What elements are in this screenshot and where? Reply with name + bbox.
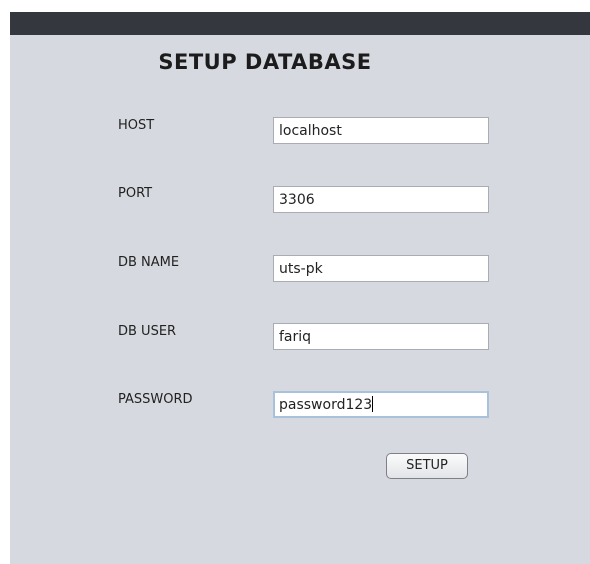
password-label: PASSWORD bbox=[118, 392, 193, 407]
db-user-label: DB USER bbox=[118, 324, 177, 339]
db-name-label: DB NAME bbox=[118, 255, 180, 270]
db-name-field[interactable]: uts-pk bbox=[273, 255, 489, 282]
host-field[interactable]: localhost bbox=[273, 117, 489, 144]
setup-button[interactable]: SETUP bbox=[386, 453, 468, 479]
db-user-field[interactable]: fariq bbox=[273, 323, 489, 350]
host-label: HOST bbox=[118, 118, 155, 133]
setup-database-window: SETUP DATABASE HOST localhost PORT 3306 … bbox=[10, 12, 590, 564]
password-field[interactable]: password123 bbox=[273, 391, 489, 418]
password-value: password123 bbox=[279, 397, 373, 413]
window-titlebar[interactable] bbox=[10, 12, 590, 35]
text-caret bbox=[372, 396, 374, 412]
port-label: PORT bbox=[118, 186, 153, 201]
port-field[interactable]: 3306 bbox=[273, 186, 489, 213]
page-title: SETUP DATABASE bbox=[158, 50, 372, 74]
